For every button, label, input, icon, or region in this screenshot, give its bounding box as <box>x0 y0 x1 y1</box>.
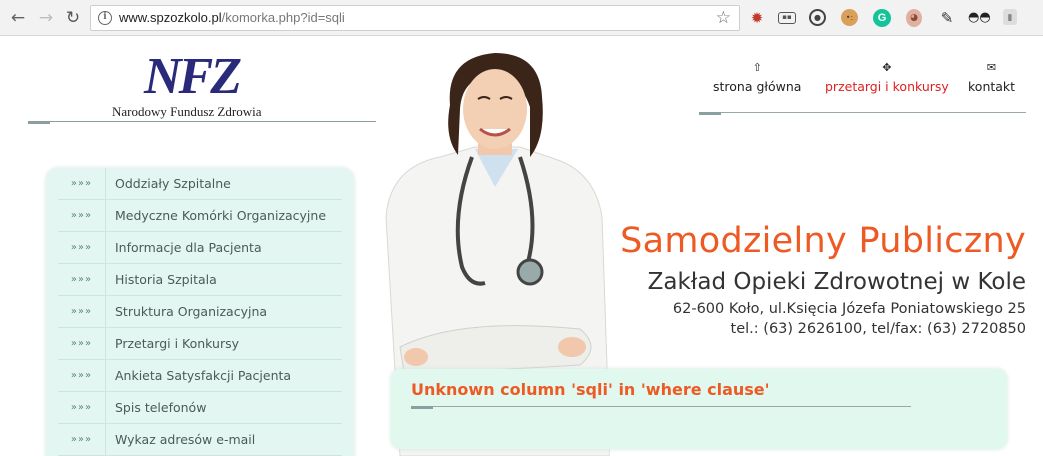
menu-item-informacje[interactable]: »»» Informacje dla Pacjenta <box>58 232 342 264</box>
site-phone: tel.: (63) 2626100, tel/fax: (63) 272085… <box>730 321 1026 337</box>
error-message: Unknown column 'sqli' in 'where clause' <box>411 380 770 399</box>
ext-eyedropper-icon[interactable]: ✎ <box>938 9 956 27</box>
menu-arrows-icon: »»» <box>58 232 106 263</box>
address-bar[interactable]: i www.spzozkolo.pl/komorka.php?id=sqli ☆ <box>90 5 740 31</box>
menu-arrows-icon: »»» <box>58 296 106 327</box>
menu-arrows-icon: »»» <box>58 328 106 359</box>
nav-home[interactable]: ⇧ strona główna <box>713 61 801 94</box>
menu-arrows-icon: »»» <box>58 392 106 423</box>
content-divider <box>411 406 911 407</box>
menu-item-struktura[interactable]: »»» Struktura Organizacyjna <box>58 296 342 328</box>
menu-item-label: Wykaz adresów e-mail <box>115 432 256 447</box>
logo-divider-accent <box>28 121 50 124</box>
menu-item-medyczne-komorki[interactable]: »»» Medyczne Komórki Organizacyjne <box>58 200 342 232</box>
logo-letters: NFZ <box>144 48 242 105</box>
forward-icon[interactable]: → <box>36 8 56 28</box>
logo-divider <box>28 121 376 122</box>
menu-item-ankieta[interactable]: »»» Ankieta Satysfakcji Pacjenta <box>58 360 342 392</box>
menu-item-label: Struktura Organizacyjna <box>115 304 268 319</box>
ext-brain-icon[interactable]: ◕ <box>906 9 922 27</box>
reload-icon[interactable]: ↻ <box>63 8 83 28</box>
back-icon[interactable]: ← <box>8 8 28 28</box>
menu-item-przetargi[interactable]: »»» Przetargi i Konkursy <box>58 328 342 360</box>
home-icon: ⇧ <box>752 61 762 74</box>
logo-caption: Narodowy Fundusz Zdrowia <box>112 104 262 119</box>
side-menu: »»» Oddziały Szpitalne »»» Medyczne Komórk… <box>46 168 354 456</box>
menu-item-label: Ankieta Satysfakcji Pacjenta <box>115 368 292 383</box>
url-path: /komorka.php?id=sqli <box>221 10 345 25</box>
ext-circle-icon[interactable]: ● <box>809 9 826 26</box>
content-divider-accent <box>411 406 433 409</box>
content-box: Unknown column 'sqli' in 'where clause' <box>391 369 1007 449</box>
nav-contact[interactable]: ✉ kontakt <box>968 61 1015 94</box>
menu-item-label: Medyczne Komórki Organizacyjne <box>115 208 327 223</box>
ext-grey-badge-icon[interactable]: ▮ <box>1003 9 1017 25</box>
page: NFZ Narodowy Fundusz Zdrowia »»» Oddziały… <box>0 37 1043 456</box>
menu-item-wykaz-email[interactable]: »»» Wykaz adresów e-mail <box>58 424 342 456</box>
site-title: Samodzielny Publiczny <box>620 221 1026 261</box>
menu-item-label: Przetargi i Konkursy <box>115 336 239 351</box>
ext-red-badge-icon[interactable]: ✹ <box>748 9 766 27</box>
star-icon[interactable]: ☆ <box>716 8 731 28</box>
menu-item-label: Spis telefonów <box>115 400 207 415</box>
menu-arrows-icon: »»» <box>58 424 106 455</box>
ext-cookie-icon[interactable]: •: <box>841 9 858 26</box>
menu-arrows-icon: »»» <box>58 168 106 199</box>
side-menu-list: »»» Oddziały Szpitalne »»» Medyczne Komórk… <box>58 168 342 456</box>
nav-tenders[interactable]: ✥ przetargi i konkursy <box>825 61 949 94</box>
nfz-logo[interactable]: NFZ Narodowy Fundusz Zdrowia <box>112 48 292 120</box>
menu-arrows-icon: »»» <box>58 200 106 231</box>
menu-item-spis-telefonow[interactable]: »»» Spis telefonów <box>58 392 342 424</box>
menu-item-label: Informacje dla Pacjenta <box>115 240 262 255</box>
site-address: 62-600 Koło, ul.Księcia Józefa Poniatows… <box>672 301 1026 317</box>
browser-toolbar: ← → ↻ i www.spzozkolo.pl/komorka.php?id=… <box>0 0 1043 36</box>
url-host: www.spzozkolo.pl <box>119 10 222 25</box>
menu-item-oddzialy-szpitalne[interactable]: »»» Oddziały Szpitalne <box>58 168 342 200</box>
site-subtitle: Zakład Opieki Zdrowotnej w Kole <box>647 269 1026 295</box>
nav-home-label: strona główna <box>713 79 802 94</box>
info-icon[interactable]: i <box>98 11 112 25</box>
ext-grammarly-icon[interactable]: G <box>873 9 891 27</box>
menu-item-label: Historia Szpitala <box>115 272 217 287</box>
nav-divider <box>699 112 1026 113</box>
nav-contact-label: kontakt <box>968 79 1016 94</box>
ext-monitor-icon[interactable]: ▪▪ <box>778 12 796 24</box>
envelope-icon: ✉ <box>986 61 997 74</box>
move-cursor-icon: ✥ <box>882 61 892 74</box>
menu-item-label: Oddziały Szpitalne <box>115 176 231 191</box>
nav-divider-accent <box>699 112 721 115</box>
ext-mask-icon[interactable]: ◓◓ <box>968 9 991 27</box>
menu-arrows-icon: »»» <box>58 264 106 295</box>
url-text[interactable]: www.spzozkolo.pl/komorka.php?id=sqli <box>119 10 345 25</box>
nav-tenders-label: przetargi i konkursy <box>825 79 949 94</box>
menu-arrows-icon: »»» <box>58 360 106 391</box>
menu-item-historia[interactable]: »»» Historia Szpitala <box>58 264 342 296</box>
